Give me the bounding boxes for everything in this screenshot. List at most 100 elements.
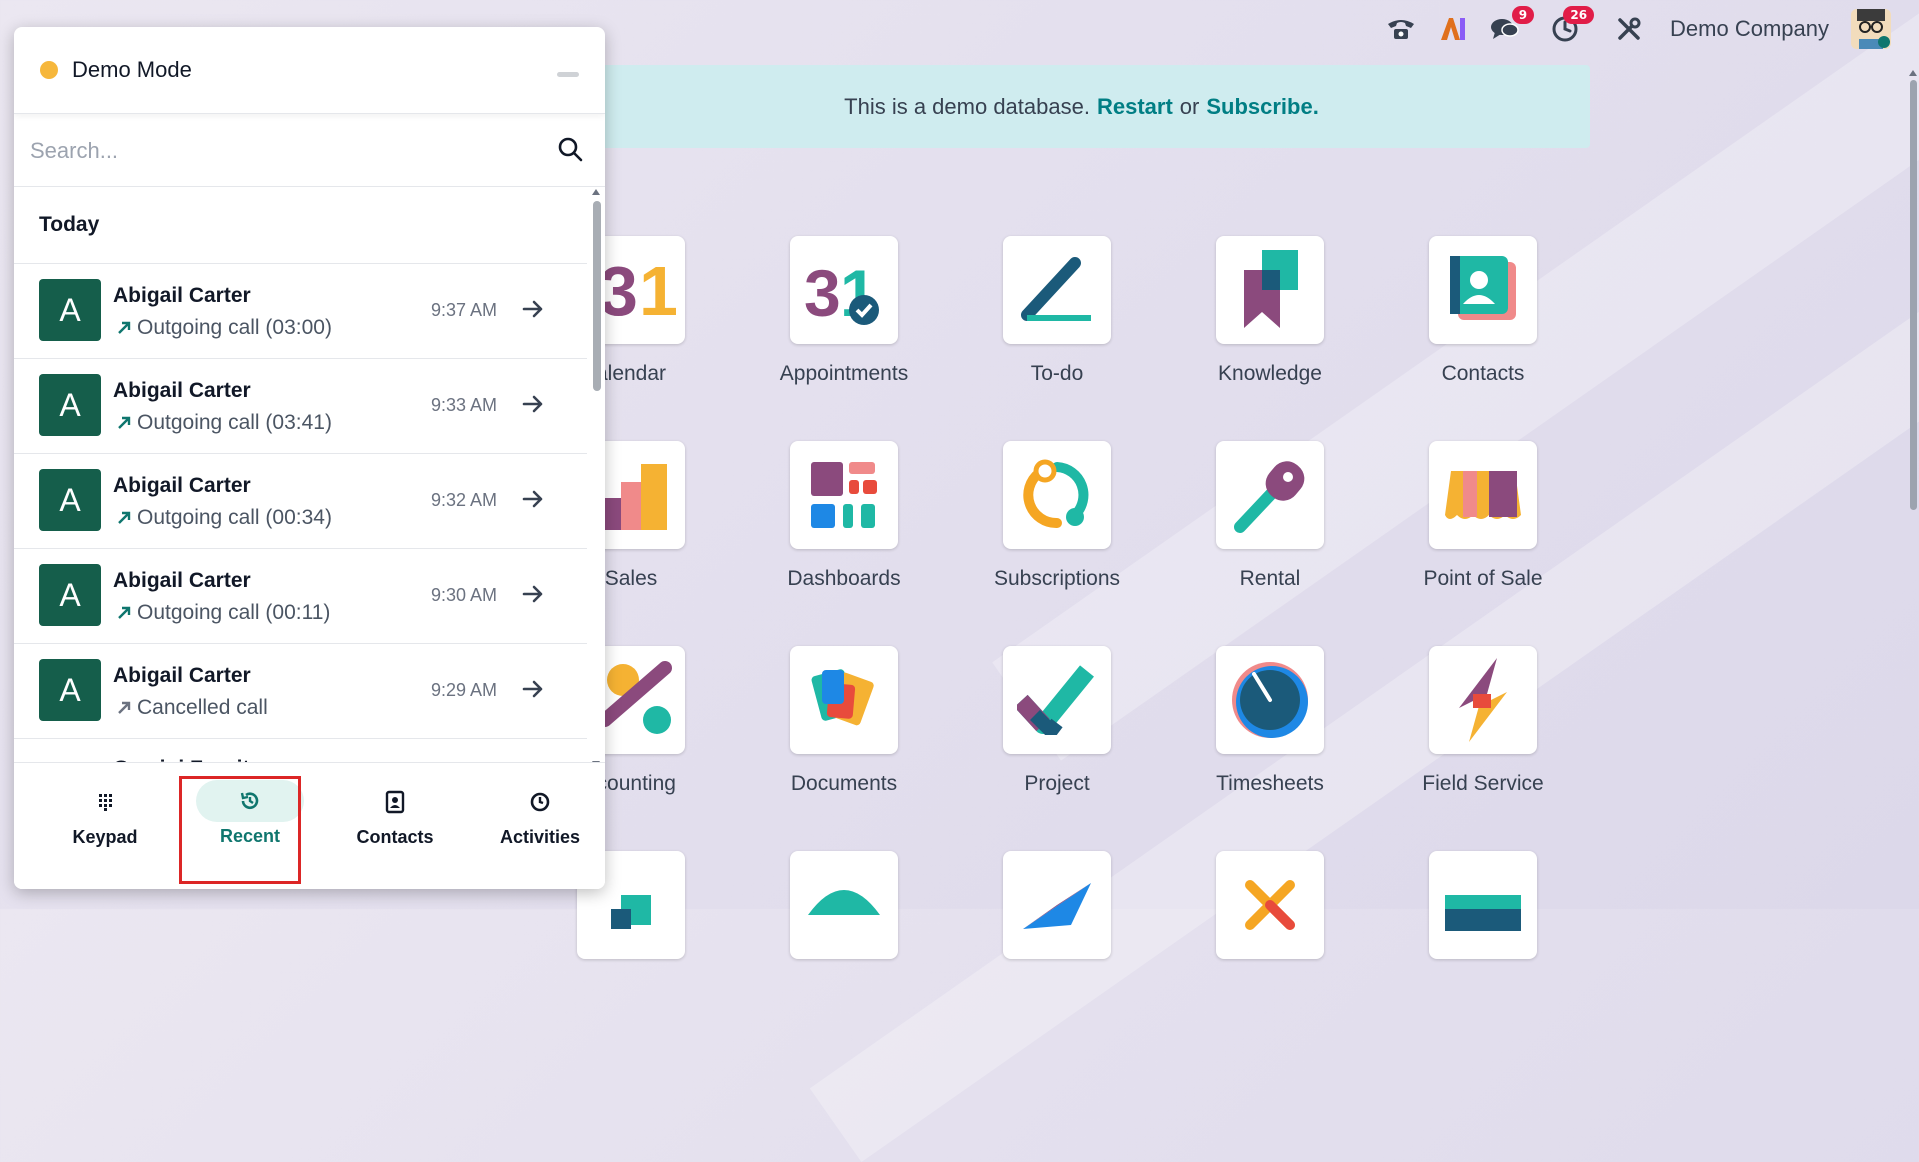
contact-avatar: A xyxy=(39,279,101,341)
app-label: Rental xyxy=(1239,567,1301,590)
tab-label: Activities xyxy=(499,827,581,847)
call-row[interactable]: A Abigail Carter Outgoing call (03:00) 9… xyxy=(14,264,587,359)
minimize-button[interactable] xyxy=(557,72,579,77)
pos-icon xyxy=(1429,441,1537,549)
call-time: 9:37 AM xyxy=(431,300,498,320)
call-row[interactable]: A Abigail Carter Outgoing call (00:34) 9… xyxy=(14,454,587,549)
app-knowledge[interactable]: Knowledge xyxy=(1170,236,1370,386)
app-point-of-sale[interactable]: Point of Sale xyxy=(1383,441,1583,591)
arrow-right-icon[interactable] xyxy=(522,490,544,513)
contact-avatar: A xyxy=(39,374,101,436)
tab-contacts[interactable]: Contacts xyxy=(335,763,455,889)
ai-icon[interactable] xyxy=(1438,14,1468,44)
app-label: Dashboards xyxy=(787,567,901,590)
status-dot xyxy=(40,61,58,79)
keypad-icon xyxy=(45,785,165,819)
softphone-panel: Demo Mode Today A Abigail Carter Outgoin… xyxy=(14,27,605,889)
list-scrollbar[interactable] xyxy=(590,187,602,769)
highlight-box xyxy=(179,776,301,884)
search-input[interactable] xyxy=(28,132,532,170)
svg-text:1: 1 xyxy=(639,255,678,325)
softphone-header: Demo Mode xyxy=(14,27,605,114)
field-service-icon xyxy=(1429,646,1537,754)
tab-label: Keypad xyxy=(72,827,138,847)
phone-icon[interactable] xyxy=(1386,14,1416,44)
call-status-text: Outgoing call (00:34) xyxy=(137,506,332,529)
arrow-right-icon[interactable] xyxy=(522,300,544,323)
softphone-tabs: Keypad Recent Contacts Activities xyxy=(14,762,605,889)
call-status-text: Cancelled call xyxy=(137,696,268,719)
app-label: Timesheets xyxy=(1216,772,1324,795)
dashboards-icon xyxy=(790,441,898,549)
search-icon[interactable] xyxy=(557,136,583,167)
messages-badge: 9 xyxy=(1511,6,1535,24)
company-name[interactable]: Demo Company xyxy=(1670,16,1829,42)
subscriptions-icon xyxy=(1003,441,1111,549)
app-partial[interactable] xyxy=(744,851,944,959)
project-icon xyxy=(1003,646,1111,754)
subscribe-link[interactable]: Subscribe. xyxy=(1206,94,1318,120)
app-partial[interactable] xyxy=(1170,851,1370,959)
arrow-right-icon[interactable] xyxy=(522,395,544,418)
outgoing-call-icon xyxy=(118,511,131,524)
app-rental[interactable]: Rental xyxy=(1170,441,1370,591)
outgoing-call-icon xyxy=(118,606,131,619)
arrow-right-icon[interactable] xyxy=(522,680,544,703)
softphone-title: Demo Mode xyxy=(72,57,192,82)
app-label: Contacts xyxy=(1441,362,1525,385)
app-partial[interactable] xyxy=(1383,851,1583,959)
app-dashboards[interactable]: Dashboards xyxy=(744,441,944,591)
call-status: Outgoing call (00:34) xyxy=(117,506,332,530)
tab-keypad[interactable]: Keypad xyxy=(45,763,165,889)
app-contacts[interactable]: Contacts xyxy=(1383,236,1583,386)
app-appointments[interactable]: 31 Appointments xyxy=(744,236,944,386)
app-icon xyxy=(1429,851,1537,959)
navbar-systray: 9 26 Demo Company xyxy=(1386,6,1891,50)
page-scrollbar-thumb[interactable] xyxy=(1910,80,1917,510)
app-partial[interactable] xyxy=(957,851,1157,959)
banner-or: or xyxy=(1179,93,1200,119)
app-label: Field Service xyxy=(1422,772,1544,795)
call-status-text: Outgoing call (03:00) xyxy=(137,316,332,339)
cancelled-call-icon xyxy=(118,701,131,714)
app-label: To-do xyxy=(1030,362,1084,385)
tools-icon[interactable] xyxy=(1614,14,1644,44)
recent-calls-list: Today A Abigail Carter Outgoing call (03… xyxy=(14,187,587,767)
call-status-text: Outgoing call (00:11) xyxy=(137,601,331,624)
app-label: Knowledge xyxy=(1218,362,1322,385)
arrow-right-icon[interactable] xyxy=(522,585,544,608)
address-book-icon xyxy=(335,785,455,819)
app-subscriptions[interactable]: Subscriptions xyxy=(957,441,1157,591)
user-avatar[interactable] xyxy=(1851,9,1891,49)
call-row[interactable]: A Abigail Carter Outgoing call (03:41) 9… xyxy=(14,359,587,454)
app-label: Point of Sale xyxy=(1423,567,1543,590)
clock-icon xyxy=(480,785,600,819)
demo-banner: This is a demo database. Restart or Subs… xyxy=(580,65,1590,148)
contact-name: Abigail Carter xyxy=(113,569,251,592)
restart-link[interactable]: Restart xyxy=(1097,94,1173,120)
clock-icon[interactable]: 26 xyxy=(1550,6,1595,44)
app-timesheets[interactable]: Timesheets xyxy=(1170,646,1370,796)
call-time: 9:29 AM xyxy=(431,680,498,700)
app-documents[interactable]: Documents xyxy=(744,646,944,796)
tab-activities[interactable]: Activities xyxy=(480,763,600,889)
contact-avatar: A xyxy=(39,659,101,721)
call-time: 9:32 AM xyxy=(431,490,498,510)
call-status: Cancelled call xyxy=(117,696,268,720)
svg-text:3: 3 xyxy=(804,256,841,328)
page-scrollbar[interactable] xyxy=(1907,68,1919,898)
call-row[interactable]: A Abigail Carter Outgoing call (00:11) 9… xyxy=(14,549,587,644)
app-todo[interactable]: To-do xyxy=(957,236,1157,386)
messages-icon[interactable]: 9 xyxy=(1490,6,1535,44)
list-scrollbar-thumb[interactable] xyxy=(593,201,601,391)
app-icon xyxy=(1216,851,1324,959)
contacts-icon xyxy=(1429,236,1537,344)
section-header: Today xyxy=(14,187,587,264)
contact-name: Abigail Carter xyxy=(113,284,251,307)
app-project[interactable]: Project xyxy=(957,646,1157,796)
contact-name: Abigail Carter xyxy=(113,474,251,497)
softphone-search xyxy=(14,114,605,187)
call-row[interactable]: A Abigail Carter Cancelled call 9:29 AM xyxy=(14,644,587,739)
timesheets-icon xyxy=(1216,646,1324,754)
app-field-service[interactable]: Field Service xyxy=(1383,646,1583,796)
